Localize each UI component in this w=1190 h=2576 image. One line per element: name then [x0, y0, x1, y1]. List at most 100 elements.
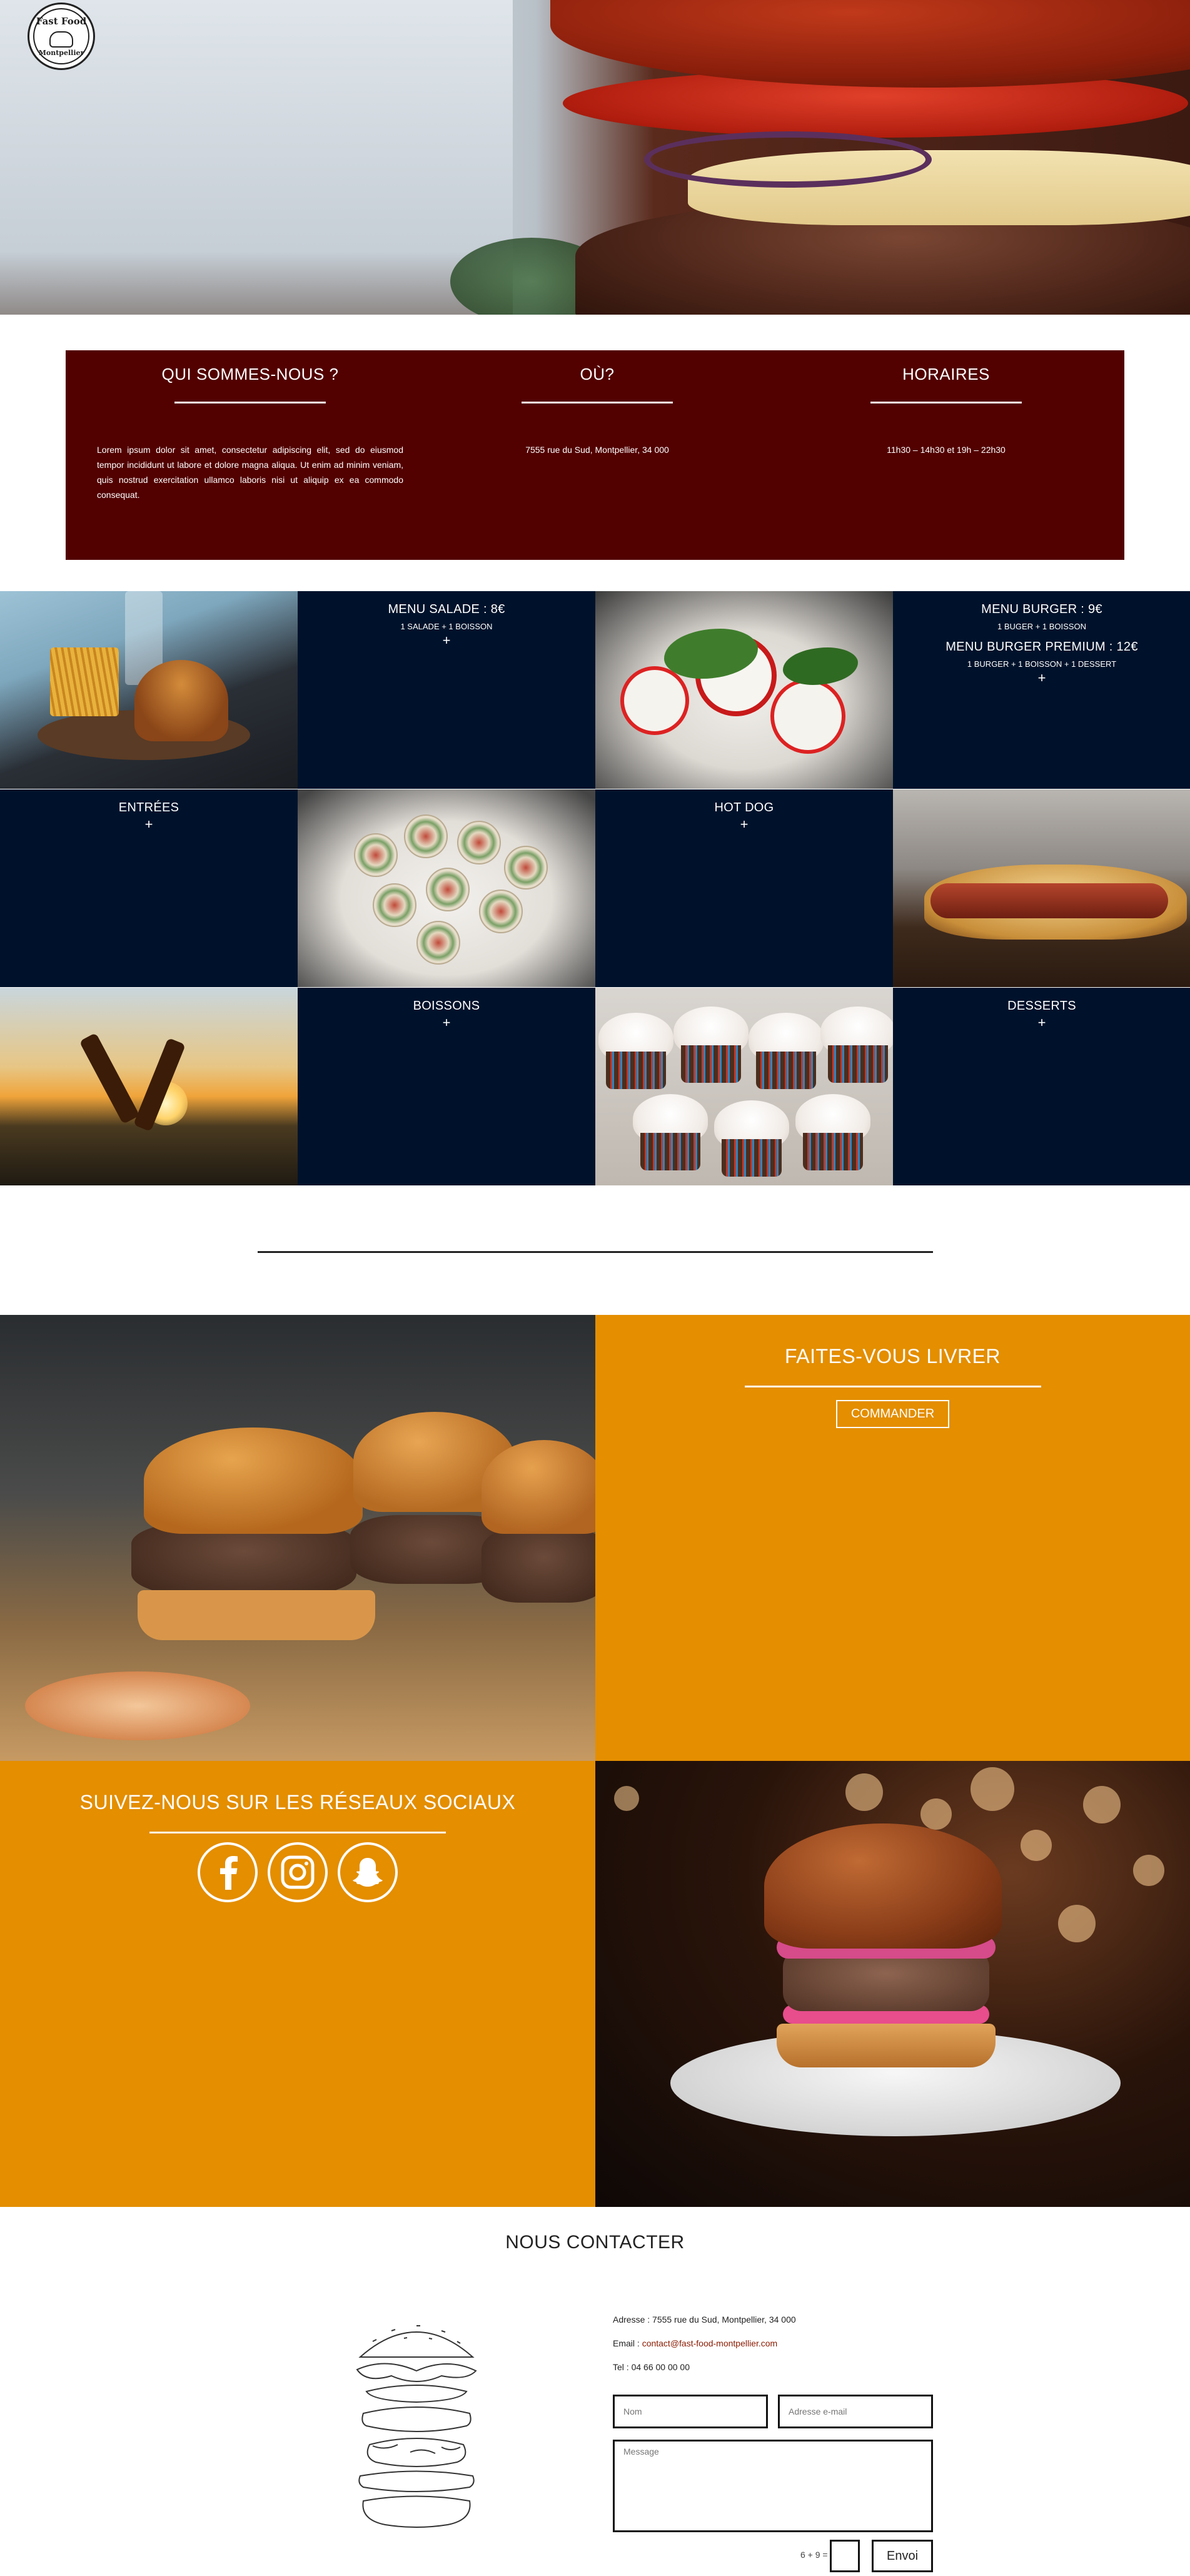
sausage-shape: [930, 883, 1168, 918]
photo-burger-table: [0, 591, 298, 789]
bun-bottom-shape: [777, 2024, 996, 2067]
menu-boissons-plus[interactable]: +: [298, 1016, 595, 1030]
menu-burger-title: MENU BURGER : 9€: [981, 602, 1102, 616]
site-logo[interactable]: Fast Food Montpellier: [28, 3, 95, 70]
where-rule: [522, 402, 673, 403]
hours-column: HORAIRES 11h30 – 14h30 et 19h – 22h30: [784, 350, 1109, 457]
email-field[interactable]: [778, 2395, 933, 2428]
cup-shape: [681, 1045, 741, 1083]
about-text: Lorem ipsum dolor sit amet, consectetur …: [97, 445, 403, 500]
menu-burger-premium-sub: 1 BURGER + 1 BOISSON + 1 DESSERT: [967, 659, 1117, 669]
menu-entrees-plus[interactable]: +: [0, 818, 298, 831]
order-button[interactable]: COMMANDER: [835, 1400, 950, 1428]
cupcake-shape: [598, 1013, 673, 1089]
menu-boissons-title: BOISSONS: [413, 999, 480, 1013]
logo-line2: Montpellier: [38, 49, 84, 57]
where-column: OÙ? 7555 rue du Sud, Montpellier, 34 000: [435, 350, 760, 457]
bokeh-light: [920, 1798, 952, 1830]
bokeh-light: [1083, 1786, 1121, 1823]
patty-shape: [482, 1528, 595, 1603]
send-button[interactable]: Envoi: [872, 2540, 933, 2572]
menu-salade-plus[interactable]: +: [298, 634, 595, 647]
menu-hotdog-plus[interactable]: +: [595, 818, 893, 831]
photo-single-burger: [595, 1761, 1190, 2207]
captcha-field[interactable]: [830, 2540, 860, 2572]
burger-shape: [134, 660, 228, 741]
bokeh-light: [1133, 1855, 1164, 1886]
bun-shape: [144, 1427, 363, 1534]
wrap-shape: [504, 846, 548, 890]
name-field[interactable]: [613, 2395, 768, 2428]
about-column: QUI SOMMES-NOUS ? Lorem ipsum dolor sit …: [97, 350, 403, 502]
captcha-question: 6 + 9 =: [800, 2550, 828, 2560]
logo-line1: Fast Food: [36, 16, 87, 27]
wraps-image: [298, 789, 595, 987]
menu-salade-sub: 1 SALADE + 1 BOISSON: [400, 622, 493, 631]
contact-email-link[interactable]: contact@fast-food-montpellier.com: [642, 2338, 778, 2348]
hero-banner: Fast Food Montpellier: [0, 0, 1190, 315]
delivery-panel: FAITES-VOUS LIVRER COMMANDER: [595, 1315, 1190, 1761]
menu-burger-card[interactable]: MENU BURGER : 9€ 1 BUGER + 1 BOISSON MEN…: [893, 591, 1190, 789]
bun-shape: [482, 1440, 595, 1534]
mozzarella-shape: [770, 679, 845, 754]
social-title: SUIVEZ-NOUS SUR LES RÉSEAUX SOCIAUX: [79, 1791, 516, 1813]
cup-shape: [640, 1133, 700, 1170]
mozzarella-shape: [620, 666, 689, 735]
facebook-icon[interactable]: [197, 1842, 258, 1902]
menu-salade-card[interactable]: MENU SALADE : 8€ 1 SALADE + 1 BOISSON +: [298, 591, 595, 789]
delivery-rule: [744, 1386, 1041, 1387]
bun-bottom-shape: [138, 1590, 375, 1640]
menu-hotdog-title: HOT DOG: [714, 801, 774, 814]
wrap-shape: [404, 814, 448, 858]
cupcake-shape: [673, 1007, 749, 1083]
bun-top-shape: [764, 1823, 1002, 1949]
bokeh-light: [1021, 1830, 1052, 1861]
instagram-icon[interactable]: [268, 1842, 328, 1902]
wrap-shape: [457, 821, 501, 865]
cupcakes-image: [595, 988, 893, 1185]
hours-title: HORAIRES: [902, 365, 990, 383]
menu-desserts-plus[interactable]: +: [893, 1016, 1190, 1030]
bokeh-light: [614, 1786, 639, 1811]
photo-beer: [0, 988, 298, 1185]
menu-hotdog-card[interactable]: HOT DOG +: [595, 789, 893, 987]
bokeh-light: [845, 1773, 883, 1811]
contact-address: Adresse : 7555 rue du Sud, Montpellier, …: [613, 2315, 796, 2325]
hotdog-image: [893, 789, 1190, 987]
wrap-shape: [373, 883, 416, 927]
snapchat-icon[interactable]: [338, 1842, 398, 1902]
menu-burger-premium-title: MENU BURGER PREMIUM : 12€: [945, 640, 1138, 654]
fries-shape: [50, 647, 119, 716]
cupcake-shape: [795, 1094, 870, 1170]
bokeh-light: [971, 1767, 1014, 1811]
cupcake-shape: [633, 1094, 708, 1170]
contact-title: NOUS CONTACTER: [505, 2232, 685, 2253]
cupcake-shape: [820, 1007, 893, 1083]
social-icons: [0, 1842, 595, 1902]
burger-table-image: [0, 591, 298, 789]
contact-email-label: Email :: [613, 2338, 642, 2348]
burger-sketch-illustration: [356, 2325, 477, 2528]
bottle-shape: [79, 1032, 140, 1125]
hero-onion: [644, 131, 932, 188]
cup-shape: [828, 1045, 888, 1083]
wrap-shape: [354, 833, 398, 877]
cup-shape: [803, 1133, 863, 1170]
wrap-shape: [479, 890, 523, 933]
photo-three-burgers: [0, 1315, 595, 1761]
menu-grid: MENU SALADE : 8€ 1 SALADE + 1 BOISSON + …: [0, 591, 1190, 1185]
menu-desserts-title: DESSERTS: [1007, 999, 1076, 1013]
hero-bacon: [550, 0, 1190, 88]
wrap-shape: [426, 868, 470, 911]
menu-burger-sub: 1 BUGER + 1 BOISSON: [997, 622, 1086, 631]
menu-entrees-card[interactable]: ENTRÉES +: [0, 789, 298, 987]
hours-text: 11h30 – 14h30 et 19h – 22h30: [887, 445, 1006, 455]
contact-email-line: Email : contact@fast-food-montpellier.co…: [613, 2338, 777, 2348]
menu-desserts-card[interactable]: DESSERTS +: [893, 988, 1190, 1185]
where-text: 7555 rue du Sud, Montpellier, 34 000: [525, 445, 669, 455]
menu-burger-plus[interactable]: +: [893, 671, 1190, 685]
about-title: QUI SOMMES-NOUS ?: [161, 365, 339, 383]
menu-boissons-card[interactable]: BOISSONS +: [298, 988, 595, 1185]
message-field[interactable]: [613, 2440, 933, 2532]
social-rule: [149, 1832, 446, 1833]
